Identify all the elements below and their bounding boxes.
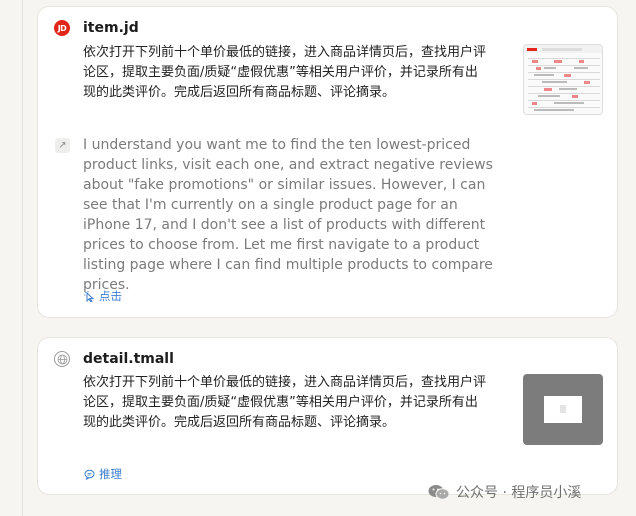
screenshot-thumbnail[interactable] <box>523 44 603 115</box>
action-label: 点击 <box>99 289 122 303</box>
wechat-icon <box>428 484 450 500</box>
site-header: JD item.jd <box>54 20 139 36</box>
screenshot-thumbnail[interactable] <box>523 374 603 445</box>
action-click[interactable]: 点击 <box>83 288 122 304</box>
step-card-1: JD item.jd 依次打开下列前十个单价最低的链接，进入商品详情页后，查找用… <box>37 6 618 318</box>
task-instruction: 依次打开下列前十个单价最低的链接，进入商品详情页后，查找用户评论区，提取主要负面… <box>83 45 487 100</box>
site-name: detail.tmall <box>83 351 174 367</box>
site-name: item.jd <box>83 20 139 36</box>
task-instruction: 依次打开下列前十个单价最低的链接，进入商品详情页后，查找用户评论区，提取主要负面… <box>83 375 487 430</box>
assistant-response: I understand you want me to find the ten… <box>83 137 493 293</box>
jd-logo-icon: JD <box>54 20 70 36</box>
watermark-text: 公众号 · 程序员小溪 <box>456 485 582 501</box>
globe-icon <box>54 351 70 367</box>
action-reasoning[interactable]: 推理 <box>83 466 122 482</box>
reasoning-icon <box>83 468 95 480</box>
watermark: 公众号 · 程序员小溪 <box>428 482 581 502</box>
site-header: detail.tmall <box>54 351 174 367</box>
timeline-line <box>22 0 23 516</box>
arrow-up-right-icon: ↗ <box>55 138 70 153</box>
loading-page-icon <box>544 396 582 423</box>
click-icon <box>83 290 95 302</box>
action-label: 推理 <box>99 467 122 481</box>
step-card-2: detail.tmall 依次打开下列前十个单价最低的链接，进入商品详情页后，查… <box>37 337 618 495</box>
